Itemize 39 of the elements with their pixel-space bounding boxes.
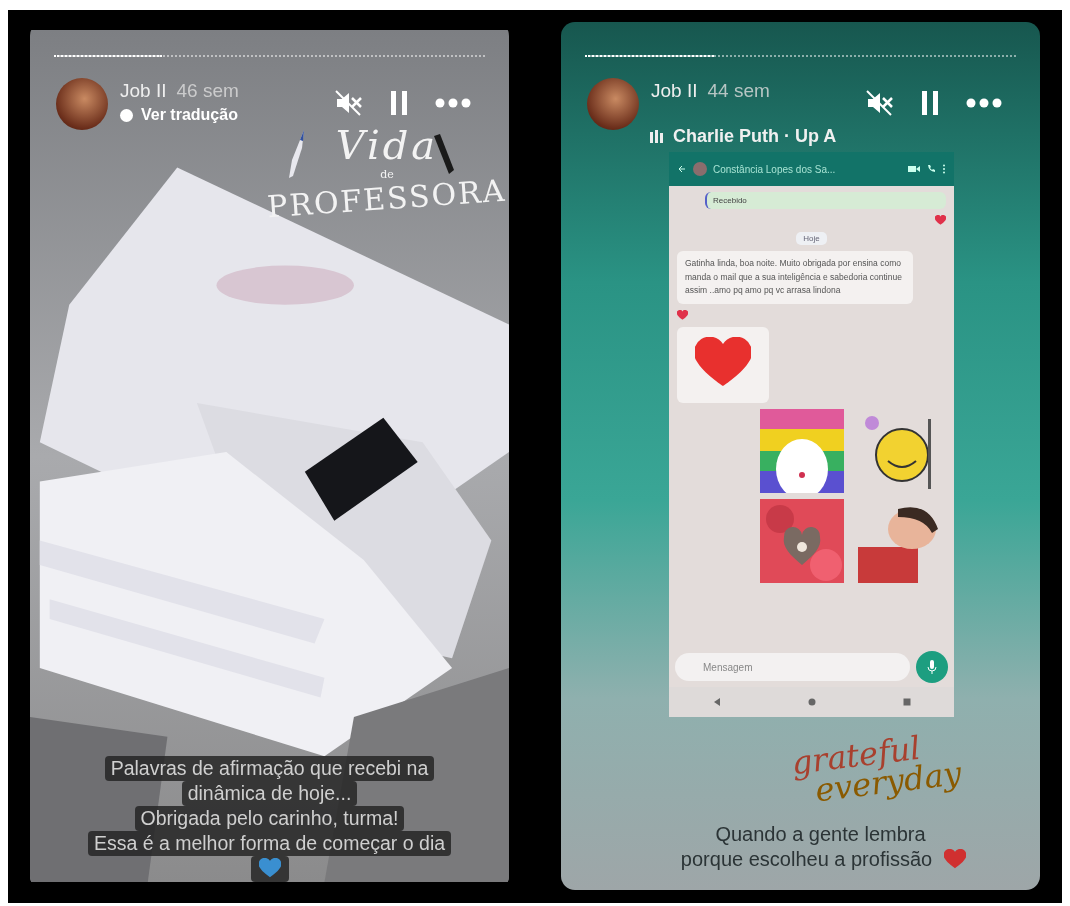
pause-icon[interactable] (920, 90, 940, 116)
user-name[interactable]: Job II (120, 80, 167, 102)
phone-icon[interactable] (926, 164, 936, 174)
date-label: Hoje (796, 232, 827, 245)
caption-text: Quando a gente lembra (714, 822, 927, 847)
post-age: 44 sem (707, 80, 770, 102)
pen-icon (288, 130, 306, 180)
message-bubble: Gatinha linda, boa noite. Muito obrigada por ensina como manda o mail que a sua inteligência e sabedoria continue assim ..amo pq amo pq vc arrasa lindona (677, 251, 913, 304)
back-icon[interactable] (712, 698, 721, 706)
contact-name: Constância Lopes dos Sa... (713, 163, 837, 175)
caption-text: Essa é a melhor forma de começar o dia (87, 831, 452, 856)
avatar-icon (693, 162, 707, 176)
recent-apps-icon[interactable] (902, 698, 911, 706)
video-call-icon[interactable] (908, 164, 920, 174)
more-icon[interactable] (435, 98, 471, 108)
post-age: 46 sem (176, 80, 239, 102)
more-icon[interactable] (966, 98, 1002, 108)
microphone-icon (927, 660, 937, 674)
sticker-text: Vida (335, 122, 439, 168)
message-input-field[interactable]: Mensagem (675, 653, 910, 681)
user-name[interactable]: Job II (651, 80, 698, 102)
translate-link[interactable]: Ver tradução (120, 106, 239, 124)
caption-text: Obrigada pelo carinho, turma! (134, 806, 405, 831)
music-title: Charlie Puth · Up A (673, 126, 837, 147)
pause-icon[interactable] (389, 90, 409, 116)
message-bubble: Recebido (705, 192, 946, 209)
back-icon[interactable] (677, 164, 687, 174)
caption-text: Palavras de afirmação que recebi na (104, 756, 435, 781)
sticker-text: de (380, 168, 394, 181)
home-icon[interactable] (807, 698, 816, 706)
avatar (587, 78, 639, 130)
caption-text: dinâmica de hoje... (181, 781, 358, 806)
microphone-button[interactable] (916, 651, 948, 683)
marker-icon (432, 134, 454, 174)
menu-icon[interactable] (942, 164, 946, 174)
caption-text: porque escolheu a profissão (679, 847, 934, 872)
music-bars-icon (649, 129, 663, 144)
mute-icon[interactable] (335, 90, 363, 116)
mute-icon[interactable] (866, 90, 894, 116)
